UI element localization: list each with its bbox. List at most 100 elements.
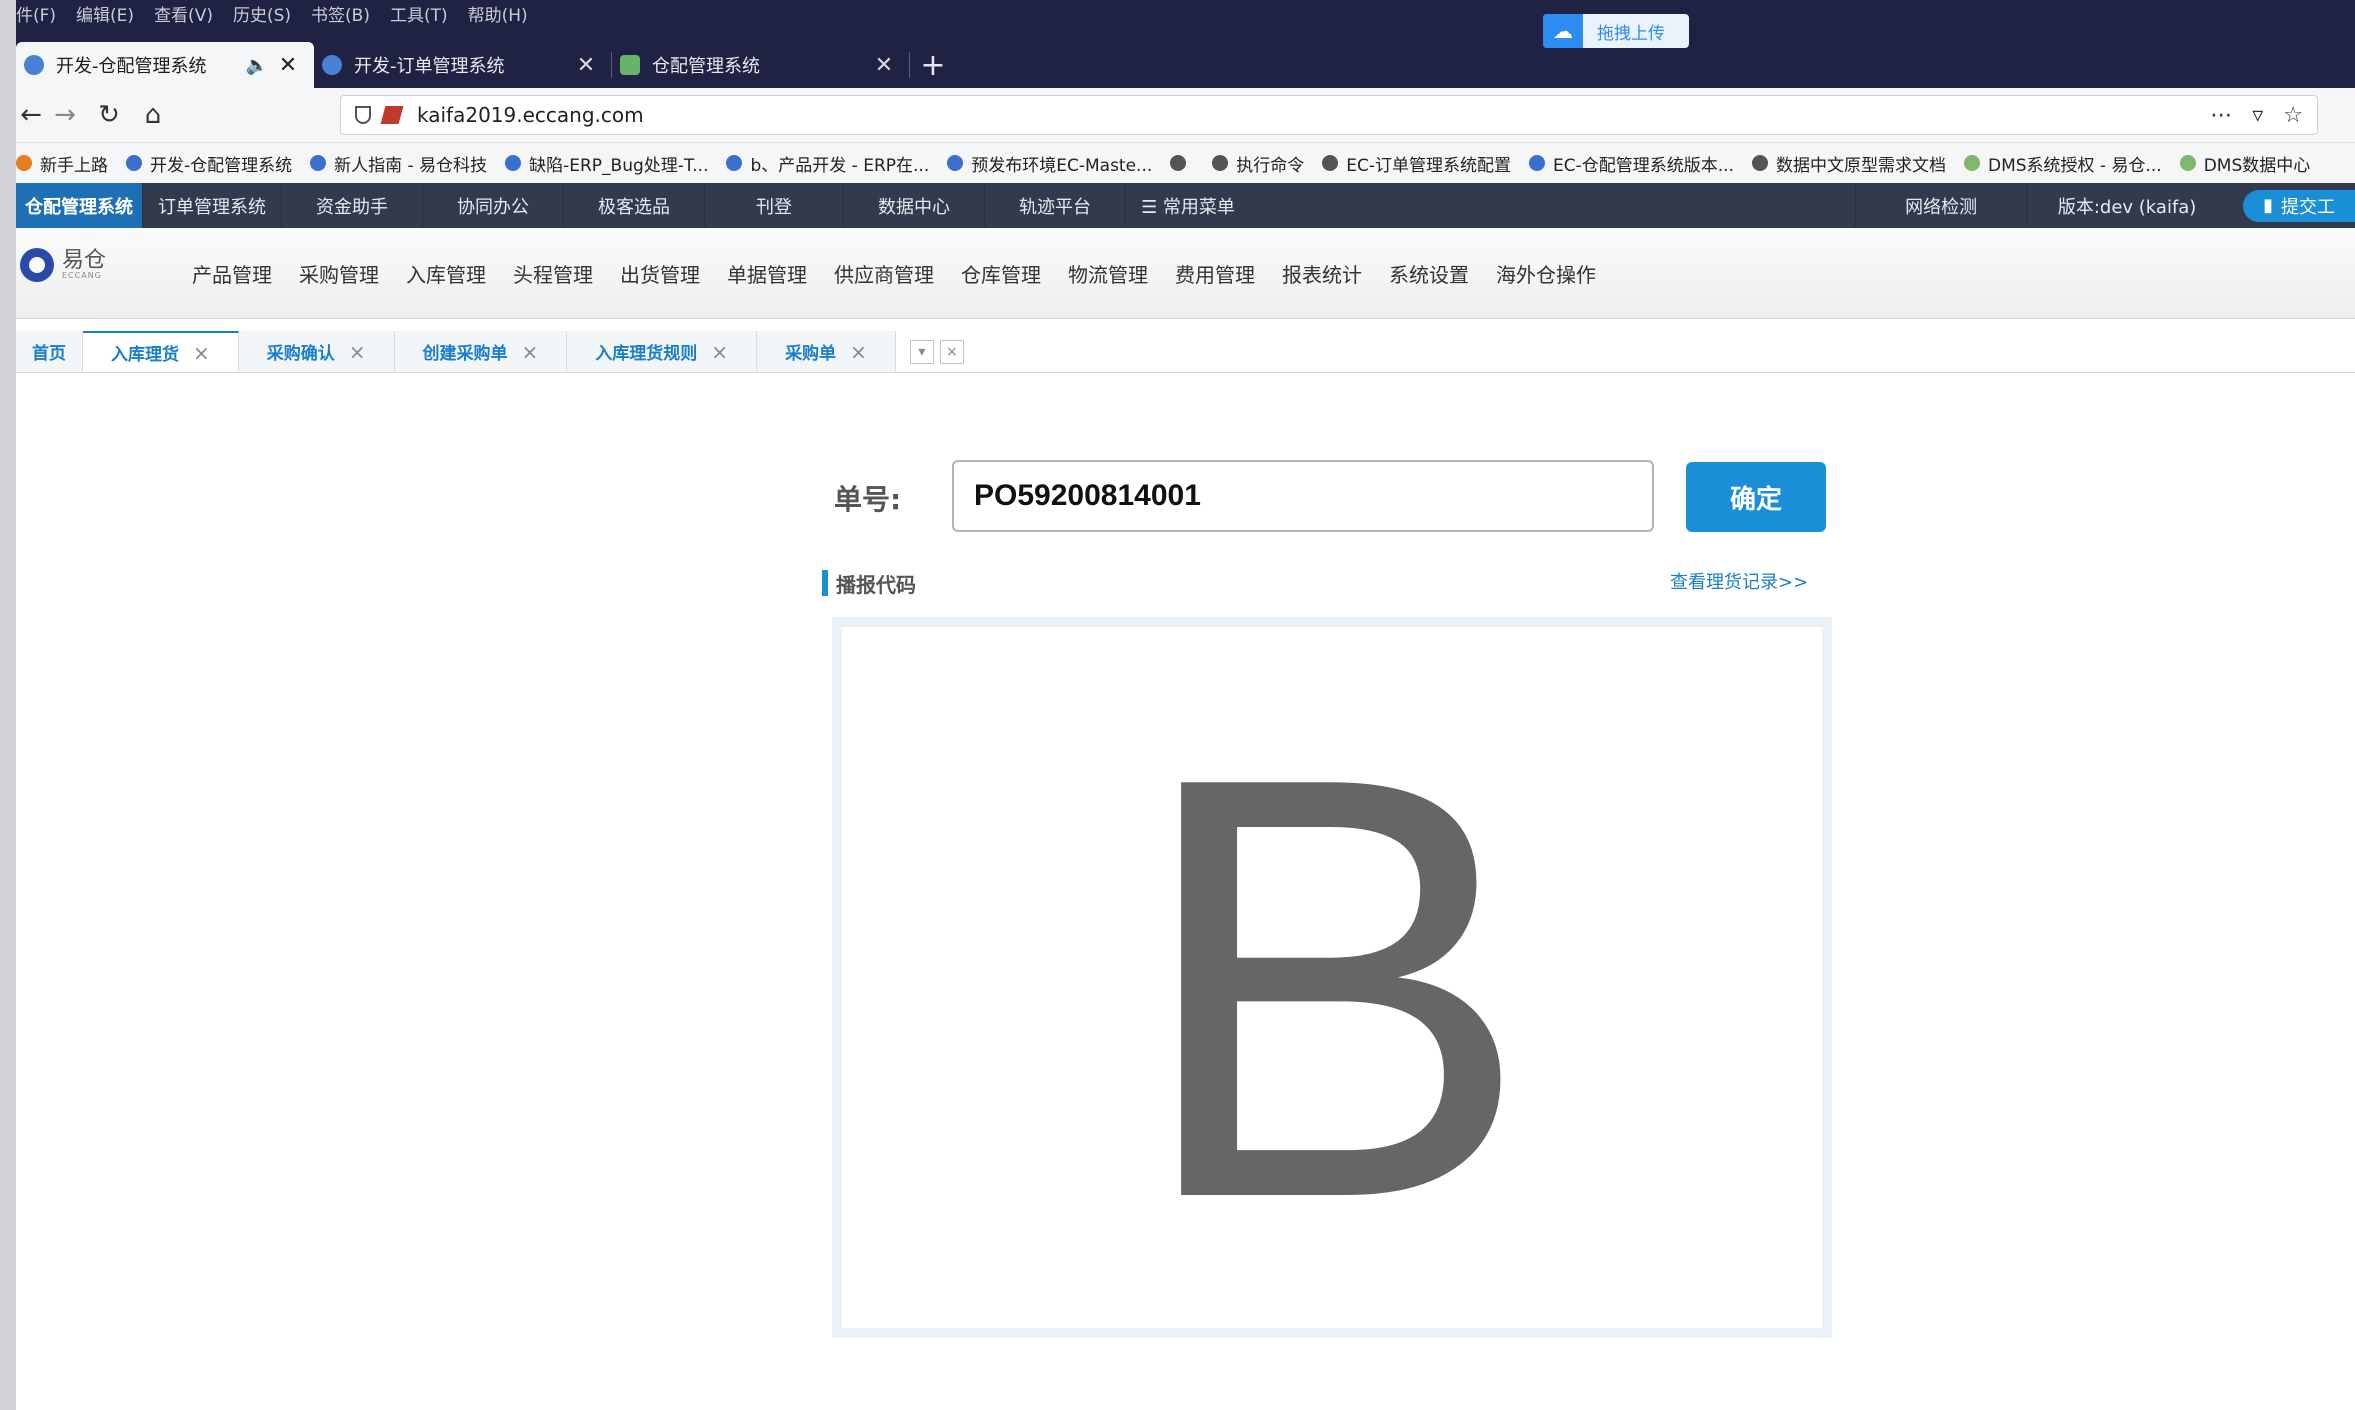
browser-titlebar: 件(F) 编辑(E) 查看(V) 历史(S) 书签(B) 工具(T) 帮助(H)… [0,0,2355,88]
module-settings[interactable]: 系统设置 [1389,259,1469,288]
module-product[interactable]: 产品管理 [192,259,272,288]
more-actions-icon[interactable]: ⋯ [2210,103,2232,128]
bookmark-item[interactable]: 新人指南 - 易仓科技 [310,151,487,176]
url-text[interactable]: kaifa2019.eccang.com [417,103,2210,127]
nav-data-center[interactable]: 数据中心 [844,183,985,228]
bookmark-item[interactable]: DMS系统授权 - 易仓... [1963,151,2162,176]
menu-history[interactable]: 历史(S) [233,1,291,26]
module-fees[interactable]: 费用管理 [1175,259,1255,288]
module-documents[interactable]: 单据管理 [727,259,807,288]
module-first-leg[interactable]: 头程管理 [513,259,593,288]
browser-tab-warehouse[interactable]: 仓配管理系统 ✕ [612,42,910,88]
module-reports[interactable]: 报表统计 [1282,259,1362,288]
home-icon[interactable]: ⌂ [138,100,168,130]
cube-icon [1963,155,1980,171]
bookmark-item[interactable]: 执行命令 [1212,151,1304,176]
close-all-tabs-icon[interactable]: × [939,340,964,364]
browser-tab-order-dev[interactable]: 开发-订单管理系统 ✕ [314,42,612,88]
reload-icon[interactable]: ↻ [94,100,124,130]
page-tab-inbound-tally[interactable]: 入库理货 × [83,331,239,372]
network-check-link[interactable]: 网络检测 [1855,183,2026,228]
bookmark-item[interactable]: 预发布环境EC-Maste... [947,151,1152,176]
nav-listing[interactable]: 刊登 [705,183,844,228]
forward-arrow-icon[interactable]: → [50,100,80,130]
broadcast-code-letter: B [1131,652,1533,1323]
menu-view[interactable]: 查看(V) [154,1,213,26]
browser-tab-title: 开发-订单管理系统 [354,56,505,77]
logo-text-en: ECCANG [62,271,102,280]
module-logistics[interactable]: 物流管理 [1068,259,1148,288]
browser-tab-title: 开发-仓配管理系统 [56,56,207,77]
module-overseas[interactable]: 海外仓操作 [1496,259,1596,288]
globe-icon [1170,155,1187,171]
nav-tracking-platform[interactable]: 轨迹平台 [985,183,1126,228]
logo-text-cn: 易仓 [62,248,107,273]
order-number-label: 单号: [834,483,902,516]
insecure-lock-icon[interactable] [380,106,404,124]
browser-tab-warehouse-dev[interactable]: 开发-仓配管理系统 🔈 ✕ [16,42,314,88]
globe-icon [1212,155,1229,171]
nav-warehouse-system[interactable]: 仓配管理系统 [16,183,143,228]
close-tab-icon[interactable]: ✕ [276,53,300,78]
nav-collaboration[interactable]: 协同办公 [423,183,564,228]
menu-bookmarks[interactable]: 书签(B) [311,1,370,26]
back-arrow-icon[interactable]: ← [16,100,46,130]
page-tab-tally-rules[interactable]: 入库理货规则 × [567,331,758,372]
menu-file[interactable]: 件(F) [16,1,56,26]
view-tally-records-link[interactable]: 查看理货记录>> [1670,568,1808,594]
page-tab-purchase-confirm[interactable]: 采购确认 × [238,331,395,372]
order-number-input[interactable] [952,460,1654,532]
confirm-button[interactable]: 确定 [1686,462,1826,532]
module-warehouse[interactable]: 仓库管理 [961,259,1041,288]
bookmark-item[interactable]: b、产品开发 - ERP在... [726,151,929,176]
nav-product-selection[interactable]: 极客选品 [564,183,705,228]
bookmark-item[interactable]: EC-订单管理系统配置 [1322,151,1511,176]
eccang-logo: 易仓 ECCANG [20,248,106,282]
nav-order-system[interactable]: 订单管理系统 [143,183,282,228]
close-tab-icon[interactable]: ✕ [872,53,896,78]
browser-navbar: ← → ↻ ⌂ kaifa2019.eccang.com ⋯ ▿ ☆ [0,88,2355,143]
bookmark-item[interactable] [1170,155,1194,171]
tracking-shield-icon[interactable] [355,106,371,124]
close-tab-icon[interactable]: × [850,340,867,364]
bookmark-item[interactable]: 缺陷-ERP_Bug处理-T... [505,151,708,176]
bookmark-item[interactable]: EC-仓配管理系统版本... [1529,151,1734,176]
page-tab-purchase-order[interactable]: 采购单 × [757,331,896,372]
menu-help[interactable]: 帮助(H) [468,1,528,26]
address-bar[interactable]: kaifa2019.eccang.com ⋯ ▿ ☆ [340,95,2318,135]
bookmark-item[interactable]: 数据中文原型需求文档 [1751,151,1946,176]
tab-dropdown-icon[interactable]: ▾ [909,340,934,364]
close-tab-icon[interactable]: × [522,340,539,364]
nav-common-menu[interactable]: ☰ 常用菜单 [1126,183,1250,228]
cloud-icon: ☁ [1543,14,1583,48]
new-tab-plus-icon[interactable]: + [910,42,956,88]
bookmark-star-icon[interactable]: ☆ [2283,103,2303,128]
bookmark-item[interactable]: 开发-仓配管理系统 [126,151,292,176]
eccang-icon [310,155,327,171]
speaker-icon[interactable]: 🔈 [246,55,268,76]
nav-funds-assistant[interactable]: 资金助手 [282,183,423,228]
eccang-logo-icon [20,248,54,282]
close-tab-icon[interactable]: × [193,341,210,365]
pocket-icon[interactable]: ▿ [2252,103,2263,128]
page-tab-bar: 首页 入库理货 × 采购确认 × 创建采购单 × 入库理货规则 × 采购单 × ▾ × [16,330,2355,373]
page-tab-home[interactable]: 首页 [16,331,83,372]
close-tab-icon[interactable]: ✕ [574,53,598,78]
menu-edit[interactable]: 编辑(E) [76,1,134,26]
page-tab-create-po[interactable]: 创建采购单 × [394,331,568,372]
browser-menubar: 件(F) 编辑(E) 查看(V) 历史(S) 书签(B) 工具(T) 帮助(H) [16,0,528,26]
submit-ticket-button[interactable]: ▮ 提交工 [2243,189,2355,222]
globe-icon [1751,155,1768,171]
module-shipping[interactable]: 出货管理 [620,259,700,288]
drag-upload-button[interactable]: ☁ 拖拽上传 [1543,14,1689,48]
module-purchase[interactable]: 采购管理 [299,259,379,288]
menu-tools[interactable]: 工具(T) [390,1,448,26]
close-tab-icon[interactable]: × [711,340,728,364]
bookmark-item[interactable]: 新手上路 [16,151,108,176]
module-supplier[interactable]: 供应商管理 [834,259,934,288]
bookmark-item[interactable]: DMS数据中心 [2179,151,2310,176]
close-tab-icon[interactable]: × [349,340,366,364]
browser-tabstrip: 开发-仓配管理系统 🔈 ✕ 开发-订单管理系统 ✕ 仓配管理系统 ✕ + [16,42,956,88]
ticket-icon: ▮ [2263,195,2273,216]
module-inbound[interactable]: 入库管理 [406,259,486,288]
